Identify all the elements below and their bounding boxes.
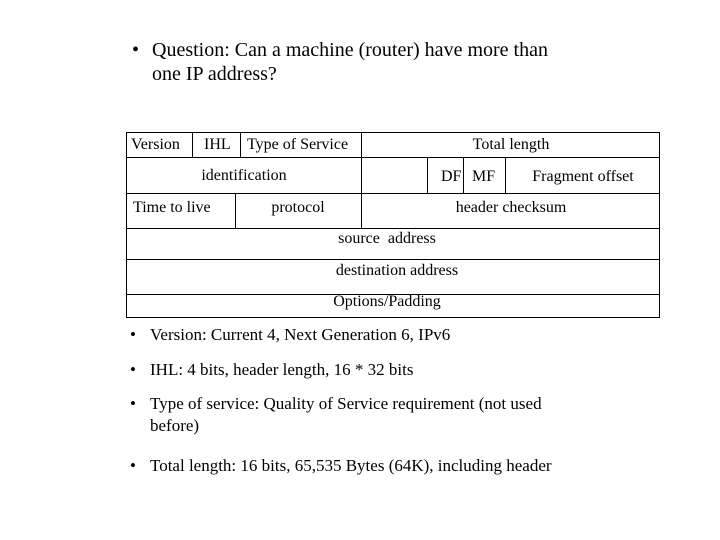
col-divider <box>427 157 428 193</box>
bullet-icon: • <box>130 394 136 413</box>
row-divider <box>127 259 659 260</box>
ihl-cell: IHL <box>204 136 231 153</box>
row-divider <box>127 157 659 158</box>
bullet-icon: • <box>130 456 136 475</box>
question-line-2: one IP address? <box>152 63 277 85</box>
protocol-cell: protocol <box>271 199 325 216</box>
mf-cell: MF <box>472 168 496 185</box>
time-to-live-cell: Time to live <box>133 199 211 216</box>
ip-header-table: Version IHL Type of Service Total length… <box>126 132 660 318</box>
bullet-icon: • <box>130 325 136 344</box>
bullet-icon: • <box>130 360 136 379</box>
col-divider <box>192 133 193 157</box>
note-text: IHL: 4 bits, header length, 16 * 32 bits <box>150 360 414 379</box>
identification-cell: identification <box>201 167 287 184</box>
header-checksum-cell: header checksum <box>455 199 567 216</box>
total-length-cell: Total length <box>472 136 550 153</box>
destination-address-cell: destination address <box>335 262 459 279</box>
col-divider <box>240 133 241 157</box>
note-text: Total length: 16 bits, 65,535 Bytes (64K… <box>150 456 552 475</box>
options-padding-cell: Options/Padding <box>333 293 441 310</box>
df-cell: DF <box>441 168 462 185</box>
note-line-1: Type of service: Quality of Service requ… <box>150 394 542 413</box>
fragment-offset-cell: Fragment offset <box>532 168 634 185</box>
note-text: Type of service: Quality of Service requ… <box>150 393 542 437</box>
note-text: Version: Current 4, Next Generation 6, I… <box>150 325 451 344</box>
bullet-icon: • <box>132 39 140 61</box>
row-divider <box>127 193 659 194</box>
col-divider <box>463 157 464 193</box>
question-text: Question: Can a machine (router) have mo… <box>152 38 548 86</box>
version-cell: Version <box>131 136 180 153</box>
row-divider <box>127 228 659 229</box>
note-line-2: before) <box>150 416 200 435</box>
type-of-service-cell: Type of Service <box>247 136 349 153</box>
source-address-cell: source address <box>338 230 436 247</box>
question-line-1: Question: Can a machine (router) have mo… <box>152 39 548 61</box>
